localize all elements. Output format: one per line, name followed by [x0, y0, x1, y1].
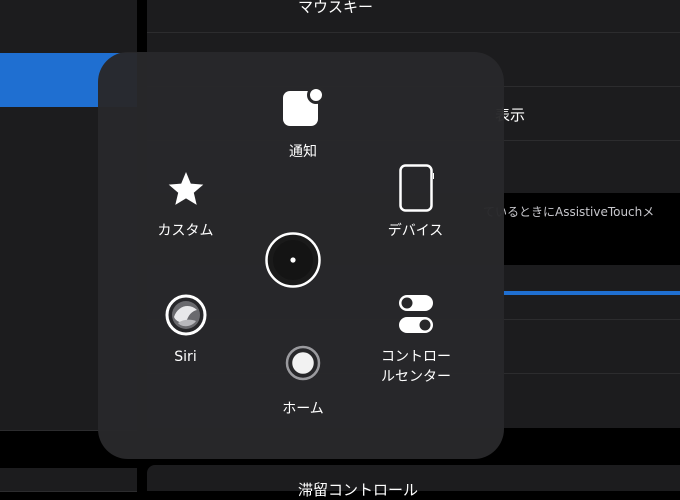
custom-button[interactable]: カスタム: [143, 167, 228, 247]
notifications-label: 通知: [289, 144, 317, 160]
siri-icon: [164, 293, 208, 337]
notification-icon: [281, 85, 325, 129]
assistive-touch-menu: 通知 カスタム デバイス Siri コントロー ルセンター ホーム: [98, 52, 504, 459]
home-icon: [284, 344, 322, 382]
mouse-keys-label: マウスキー: [298, 0, 374, 16]
home-label: ホーム: [282, 401, 324, 417]
control-center-label-line2: ルセンター: [381, 369, 451, 385]
slider-track-fill: [503, 291, 680, 295]
dwell-control-label: 滞留コントロール: [298, 481, 419, 499]
device-button[interactable]: デバイス: [373, 160, 458, 245]
device-label: デバイス: [387, 223, 444, 239]
sidebar-item[interactable]: [0, 0, 137, 54]
control-center-icon: [397, 293, 435, 335]
dwell-control-cell[interactable]: 滞留コントロール: [147, 465, 680, 499]
control-center-label-line1: コントロー: [381, 349, 451, 365]
home-button[interactable]: ホーム: [263, 344, 343, 424]
settings-group: 滞留コントロール: [147, 465, 680, 499]
siri-button[interactable]: Siri: [148, 290, 223, 370]
siri-label: Siri: [174, 349, 197, 365]
footer-note: ているときにAssistiveTouchメ: [483, 205, 655, 219]
sidebar-item[interactable]: [0, 468, 137, 492]
control-center-button[interactable]: コントロー ルセンター: [370, 290, 462, 390]
assistive-touch-icon: [265, 232, 321, 288]
mouse-keys-cell[interactable]: マウスキー: [147, 0, 680, 33]
assistive-touch-center-button[interactable]: [265, 232, 321, 288]
custom-label: カスタム: [157, 223, 214, 239]
device-icon: [398, 163, 435, 213]
notifications-button[interactable]: 通知: [258, 82, 348, 162]
star-icon: [167, 170, 205, 208]
